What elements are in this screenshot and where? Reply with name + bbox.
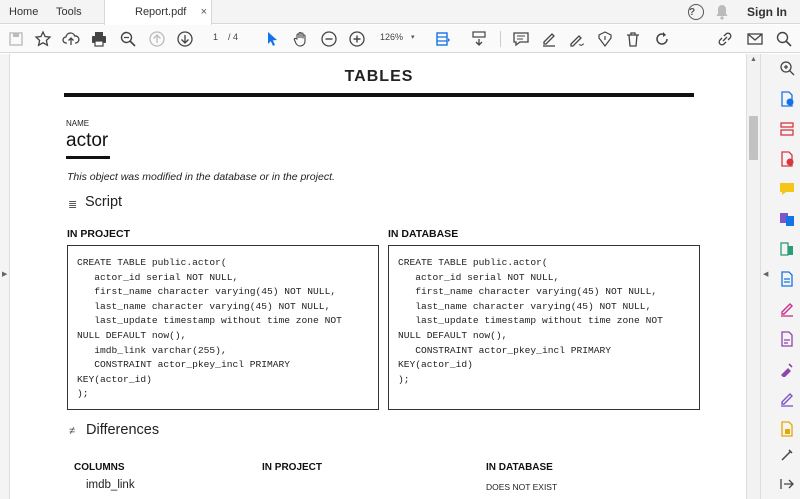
differences-icon: ≠ xyxy=(69,425,76,437)
scan-ocr-icon[interactable] xyxy=(779,271,795,287)
tab-document[interactable]: Report.pdf × xyxy=(104,0,212,25)
page-number-input[interactable]: 1 xyxy=(213,32,218,42)
script-heading: Script xyxy=(85,194,123,210)
fill-sign-icon[interactable] xyxy=(779,301,795,317)
protect-pdf-icon[interactable] xyxy=(779,421,795,437)
tab-document-label: Report.pdf xyxy=(135,6,187,18)
zoom-in-icon[interactable] xyxy=(348,30,366,48)
organize-pages-icon[interactable] xyxy=(779,121,795,137)
compare-files-icon[interactable] xyxy=(779,241,795,257)
sign-edit-icon[interactable] xyxy=(596,30,614,48)
in-project-heading: IN PROJECT xyxy=(67,228,131,240)
scroll-up-icon[interactable]: ▲ xyxy=(750,56,757,63)
modified-notice: This object was modified in the database… xyxy=(67,171,335,183)
delete-trash-icon[interactable] xyxy=(624,30,642,48)
more-tools-icon[interactable] xyxy=(779,447,795,463)
title-rule xyxy=(64,93,694,97)
columns-heading: COLUMNS xyxy=(74,462,125,473)
expand-left-icon[interactable]: ▶ xyxy=(2,270,7,278)
sign-in-button[interactable]: Sign In xyxy=(747,0,787,24)
send-for-signature-icon[interactable] xyxy=(779,361,795,378)
help-icon[interactable]: ? xyxy=(688,4,704,20)
zoom-level-select[interactable]: 126% xyxy=(380,32,403,42)
comment-tool-icon[interactable] xyxy=(779,181,795,197)
database-script-box: CREATE TABLE public.actor( actor_id seri… xyxy=(388,245,700,410)
zoom-search-icon[interactable] xyxy=(119,30,137,48)
name-label: NAME xyxy=(66,119,90,128)
object-name: actor xyxy=(66,130,109,151)
save-icon[interactable] xyxy=(7,30,25,48)
bookmark-star-icon[interactable] xyxy=(34,30,52,48)
print-icon[interactable] xyxy=(90,30,108,48)
tab-tools[interactable]: Tools xyxy=(56,0,82,24)
name-underline xyxy=(66,156,110,159)
script-icon: ≣ xyxy=(68,199,78,211)
edit-pdf-icon[interactable] xyxy=(779,391,795,407)
in-database-heading: IN DATABASE xyxy=(388,228,459,240)
upload-cloud-icon[interactable] xyxy=(62,30,80,48)
right-tools-panel: ◀ xyxy=(760,54,800,499)
create-pdf-icon[interactable] xyxy=(779,151,795,167)
differences-heading: Differences xyxy=(86,422,160,438)
scroll-mode-icon[interactable] xyxy=(470,30,488,48)
chevron-down-icon[interactable]: ▾ xyxy=(411,33,415,41)
close-tab-icon[interactable]: × xyxy=(201,0,207,24)
left-panel-toggle[interactable]: ▶ xyxy=(0,54,10,499)
page-total: / 4 xyxy=(228,32,239,42)
page-title: TABLES xyxy=(344,68,414,85)
expand-panel-icon[interactable] xyxy=(779,476,795,492)
diff-in-project-heading: IN PROJECT xyxy=(262,462,323,473)
diff-in-database-heading: IN DATABASE xyxy=(486,462,553,473)
tab-home[interactable]: Home xyxy=(9,0,38,24)
fit-page-icon[interactable] xyxy=(434,30,452,48)
toolbar-divider xyxy=(500,31,501,47)
rotate-redo-icon[interactable] xyxy=(653,30,671,48)
tab-bar: Home Tools Report.pdf × ? Sign In xyxy=(0,0,800,25)
zoom-out-icon[interactable] xyxy=(320,30,338,48)
find-search-icon[interactable] xyxy=(775,30,793,48)
zoom-tool-icon[interactable] xyxy=(779,60,795,76)
comment-icon[interactable] xyxy=(512,30,530,48)
document-page: TABLES NAME actor This object was modifi… xyxy=(10,54,746,499)
notification-bell-icon[interactable] xyxy=(715,4,729,20)
combine-files-icon[interactable] xyxy=(779,211,795,227)
vertical-scrollbar[interactable]: ▲ xyxy=(746,54,760,499)
email-icon[interactable] xyxy=(746,30,764,48)
share-link-icon[interactable] xyxy=(716,30,734,48)
collapse-panel-icon[interactable]: ◀ xyxy=(763,270,768,278)
scrollbar-thumb[interactable] xyxy=(749,116,758,160)
diff-database-value: DOES NOT EXIST xyxy=(486,482,558,492)
diff-column-name: imdb_link xyxy=(86,479,135,491)
previous-page-icon[interactable] xyxy=(148,30,166,48)
next-page-icon[interactable] xyxy=(176,30,194,48)
project-script-box: CREATE TABLE public.actor( actor_id seri… xyxy=(67,245,379,410)
export-pdf-icon[interactable] xyxy=(779,91,795,107)
hand-pan-icon[interactable] xyxy=(292,30,310,48)
select-cursor-icon[interactable] xyxy=(263,30,281,48)
toolbar: 1 / 4 126% ▾ xyxy=(0,25,800,53)
request-signature-icon[interactable] xyxy=(779,331,795,347)
draw-signature-icon[interactable] xyxy=(568,30,586,48)
highlight-pen-icon[interactable] xyxy=(540,30,558,48)
